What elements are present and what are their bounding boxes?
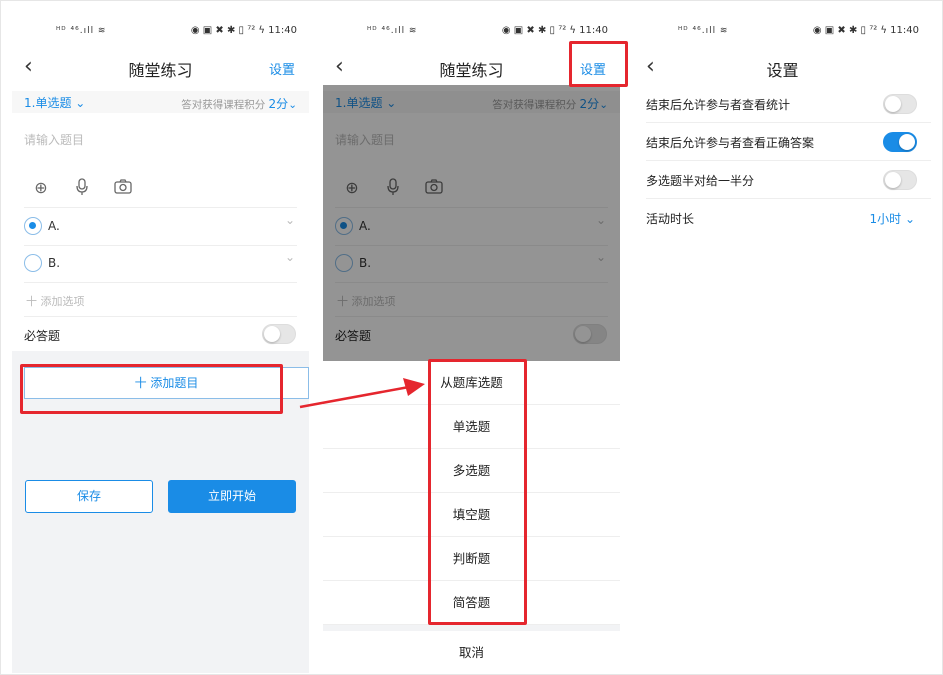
red-arrow-icon xyxy=(299,378,425,409)
tutorial-screenshot: ᴴᴰ ⁴⁶.ıll ≋ ◉ ▣ ✖ ✱ ▯ ⁷² ϟ 11:40 ‹ 随堂练习 … xyxy=(0,0,943,675)
